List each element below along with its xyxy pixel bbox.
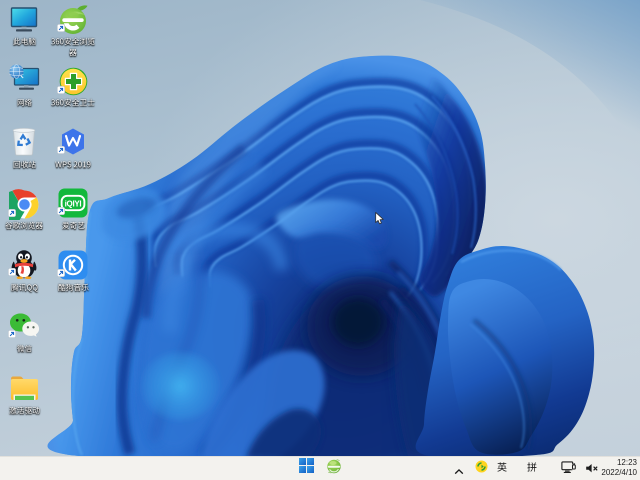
svg-text:iQIYI: iQIYI <box>65 200 82 209</box>
